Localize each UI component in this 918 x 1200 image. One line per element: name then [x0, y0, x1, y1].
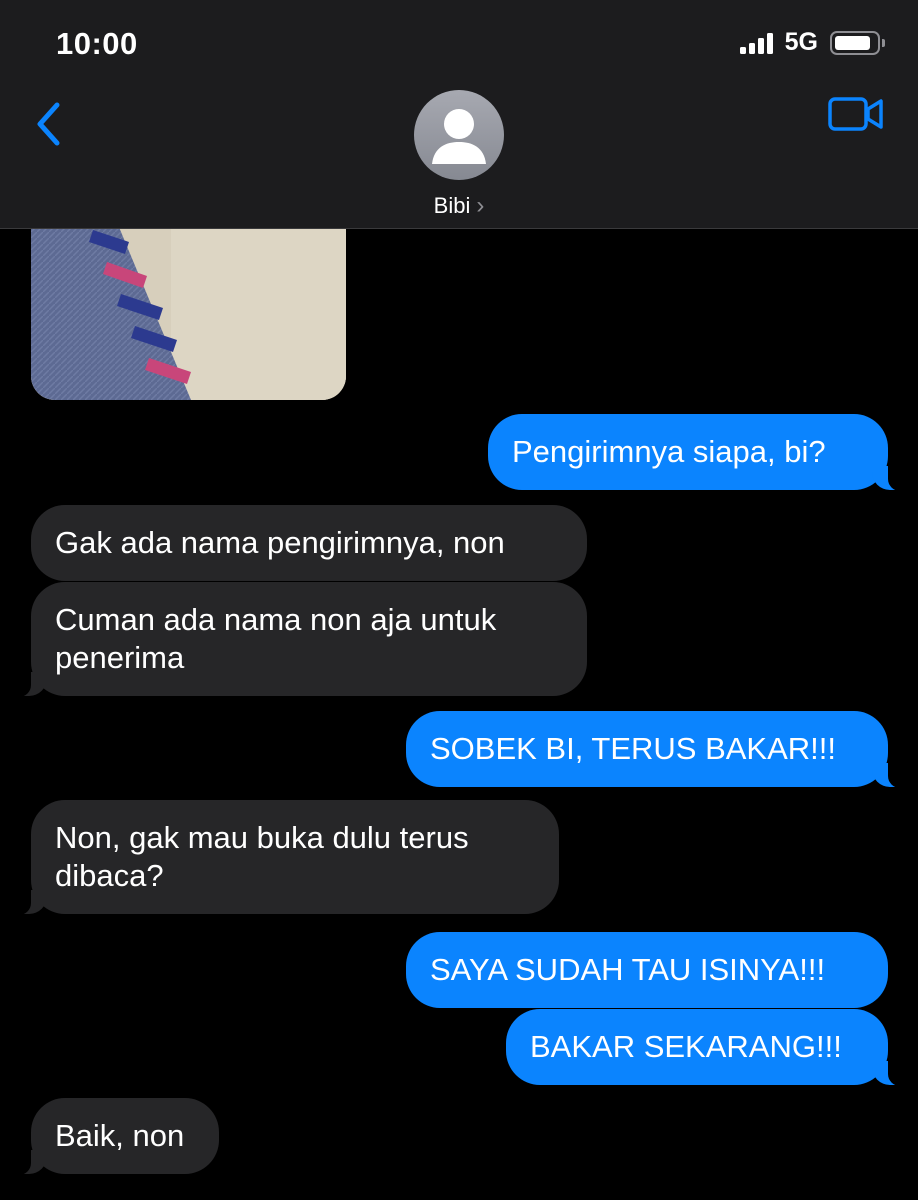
status-time: 10:00	[56, 26, 138, 61]
message-text: Cuman ada nama non aja untuk penerima	[55, 602, 497, 675]
message-bubble-incoming[interactable]: Baik, non	[13, 1098, 219, 1175]
message-text: Pengirimnya siapa, bi?	[512, 434, 826, 469]
facetime-video-button[interactable]	[828, 96, 888, 142]
message-bubble-incoming[interactable]: Non, gak mau buka dulu terus dibaca?	[13, 800, 559, 915]
network-type: 5G	[784, 28, 818, 56]
message-bubble-outgoing[interactable]: SOBEK BI, TERUS BAKAR!!!	[406, 711, 906, 788]
message-text: SAYA SUDAH TAU ISINYA!!!	[430, 952, 826, 987]
person-silhouette-icon	[432, 109, 486, 164]
cellular-signal-icon	[739, 32, 773, 54]
chevron-right-icon: ›	[476, 192, 485, 219]
message-bubble-outgoing[interactable]: Pengirimnya siapa, bi?	[488, 414, 906, 491]
status-indicators: 5G	[739, 28, 885, 57]
message-bubble-outgoing[interactable]: SAYA SUDAH TAU ISINYA!!!	[406, 932, 888, 1008]
message-text: SOBEK BI, TERUS BAKAR!!!	[430, 731, 836, 766]
battery-level	[835, 35, 870, 50]
contact-name-button[interactable]: Bibi ›	[434, 192, 485, 220]
message-text: Baik, non	[55, 1118, 185, 1153]
message-bubble-incoming[interactable]: Gak ada nama pengirimnya, non	[31, 505, 587, 581]
battery-icon	[830, 30, 885, 55]
contact-name: Bibi	[433, 193, 471, 218]
message-text: BAKAR SEKARANG!!!	[530, 1029, 842, 1064]
message-bubble-outgoing[interactable]: BAKAR SEKARANG!!!	[506, 1009, 906, 1086]
contact-avatar[interactable]	[414, 90, 504, 180]
navigation-header: 10:00 5G Bibi ›	[0, 0, 918, 229]
contact-info: Bibi ›	[0, 90, 918, 220]
video-camera-icon	[828, 97, 883, 131]
message-text: Non, gak mau buka dulu terus dibaca?	[55, 820, 469, 893]
message-text: Gak ada nama pengirimnya, non	[55, 525, 505, 560]
message-bubble-incoming[interactable]: Cuman ada nama non aja untuk penerima	[13, 582, 587, 697]
